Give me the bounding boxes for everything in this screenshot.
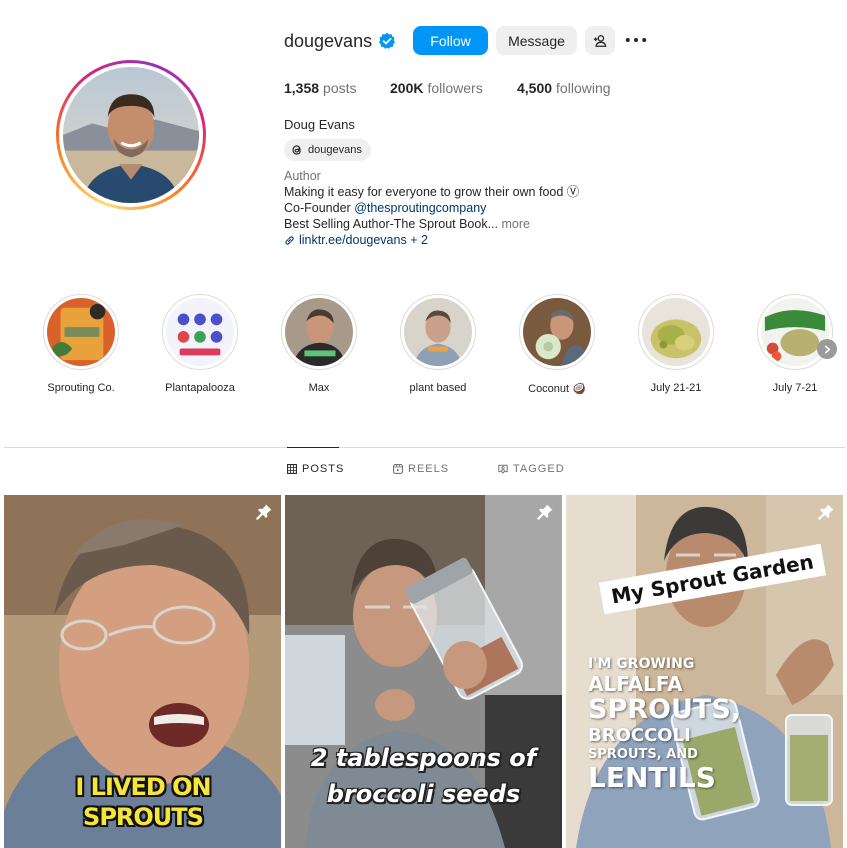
bio-cofounder-text: Co-Founder (284, 201, 355, 215)
followers-link[interactable]: 200K followers (390, 80, 483, 96)
post-caption-line: BROCCOLI (588, 725, 691, 746)
post-caption: I'M GROWING ALFALFA SPROUTS, BROCCOLI SP… (588, 655, 788, 793)
highlight-ring (281, 294, 357, 370)
post-tile[interactable]: My Sprout Garden I'M GROWING ALFALFA SPR… (566, 495, 843, 848)
post-caption-line: LENTILS (588, 761, 716, 794)
followers-count-value: 200K (390, 80, 424, 96)
highlight-label: Coconut 🥥 (528, 383, 586, 395)
tab-posts[interactable]: POSTS (287, 463, 344, 475)
highlight-cover (47, 298, 115, 366)
posts-count-value: 1,358 (284, 80, 320, 96)
post-caption-line: SPROUTS, (588, 694, 742, 725)
highlight-july-21-21[interactable]: July 21-21 (626, 294, 726, 394)
highlight-ring (638, 294, 714, 370)
posts-count-label: posts (323, 80, 357, 96)
tab-tagged-label: TAGGED (513, 463, 565, 475)
highlight-sprouting-co[interactable]: Sprouting Co. (31, 294, 131, 394)
bio: Author Making it easy for everyone to gr… (284, 168, 579, 248)
more-options-icon[interactable] (624, 30, 648, 50)
profile-avatar[interactable] (56, 60, 206, 210)
followers-count-label: followers (427, 80, 483, 96)
reels-icon (393, 464, 403, 474)
post-caption-line: 2 tablespoons of (310, 744, 537, 772)
pin-icon (537, 504, 553, 520)
tab-reels[interactable]: REELS (393, 463, 449, 475)
highlight-ring (400, 294, 476, 370)
full-name: Doug Evans (284, 117, 355, 132)
highlight-ring (519, 294, 595, 370)
username-row: dougevans (284, 26, 396, 56)
highlight-label: July 7-21 (772, 382, 818, 394)
highlight-ring (757, 294, 833, 370)
profile-category: Author (284, 169, 321, 183)
bio-book-text: Best Selling Author-The Sprout Book... (284, 217, 499, 231)
highlight-cover (166, 298, 234, 366)
pin-icon (256, 504, 272, 520)
tagged-icon (498, 464, 508, 474)
grid-icon (287, 464, 297, 474)
threads-handle: dougevans (308, 144, 362, 156)
message-button[interactable]: Message (496, 26, 577, 55)
tabs-divider (4, 447, 845, 448)
bio-line-1: Making it easy for everyone to grow thei… (284, 185, 580, 199)
suggested-users-button[interactable] (585, 26, 615, 55)
add-user-icon (593, 34, 607, 47)
tab-tagged[interactable]: TAGGED (498, 463, 565, 475)
active-tab-indicator (287, 447, 339, 448)
highlight-ring (43, 294, 119, 370)
profile-tabs: POSTS REELS TAGGED (0, 463, 847, 479)
story-highlights: Sprouting Co. Plantapalooza Max plant ba… (0, 294, 847, 404)
highlight-label: July 21-21 (650, 382, 702, 394)
post-caption: I LIVED ON SPROUTS (68, 772, 218, 832)
post-caption-line: broccoli seeds (326, 780, 521, 808)
bio-link-text: linktr.ee/dougevans + 2 (299, 233, 428, 247)
avatar-photo (63, 67, 199, 203)
post-caption: 2 tablespoons of broccoli seeds (295, 740, 552, 812)
bio-external-link[interactable]: linktr.ee/dougevans + 2 (284, 232, 579, 248)
highlight-label: Plantapalooza (165, 382, 235, 394)
post-caption-line: ALFALFA (588, 672, 683, 696)
post-tile[interactable]: 2 tablespoons of broccoli seeds (285, 495, 562, 848)
pin-icon (818, 504, 834, 520)
username: dougevans (284, 30, 373, 51)
highlight-cover (404, 298, 472, 366)
highlight-cover (523, 298, 591, 366)
bio-mention-link[interactable]: @thesproutingcompany (354, 201, 486, 215)
bio-more-link[interactable]: more (498, 217, 529, 231)
verified-badge-icon (378, 32, 396, 50)
tab-posts-label: POSTS (302, 463, 345, 475)
posts-count: 1,358 posts (284, 80, 357, 96)
threads-badge[interactable]: dougevans (284, 139, 371, 161)
avatar-gap (59, 63, 203, 207)
following-count-value: 4,500 (517, 80, 553, 96)
post-caption-line: SPROUTS (83, 803, 204, 831)
highlight-plant-based[interactable]: plant based (388, 294, 488, 394)
highlight-plantapalooza[interactable]: Plantapalooza (150, 294, 250, 394)
highlight-label: Max (308, 382, 330, 394)
highlight-cover (642, 298, 710, 366)
tab-reels-label: REELS (408, 463, 450, 475)
threads-icon (292, 145, 301, 155)
post-caption-line: I LIVED ON (75, 773, 211, 801)
highlight-max[interactable]: Max (269, 294, 369, 394)
post-tile[interactable]: I LIVED ON SPROUTS (4, 495, 281, 848)
bio-line-3: Best Selling Author-The Sprout Book... m… (284, 216, 579, 232)
highlight-coconut[interactable]: Coconut 🥥 (507, 294, 607, 395)
chevron-right-icon[interactable] (817, 339, 837, 359)
post-caption-line: I'M GROWING (588, 656, 695, 672)
highlight-label: Sprouting Co. (47, 382, 115, 394)
following-link[interactable]: 4,500 following (517, 80, 611, 96)
bio-line-2: Co-Founder @thesproutingcompany (284, 200, 579, 216)
following-count-label: following (556, 80, 611, 96)
link-icon (285, 235, 294, 245)
highlight-ring (162, 294, 238, 370)
highlight-label: plant based (409, 382, 467, 394)
follow-button[interactable]: Follow (413, 26, 488, 55)
highlight-cover (285, 298, 353, 366)
posts-grid: I LIVED ON SPROUTS 2 tablespoons of broc… (4, 495, 843, 848)
